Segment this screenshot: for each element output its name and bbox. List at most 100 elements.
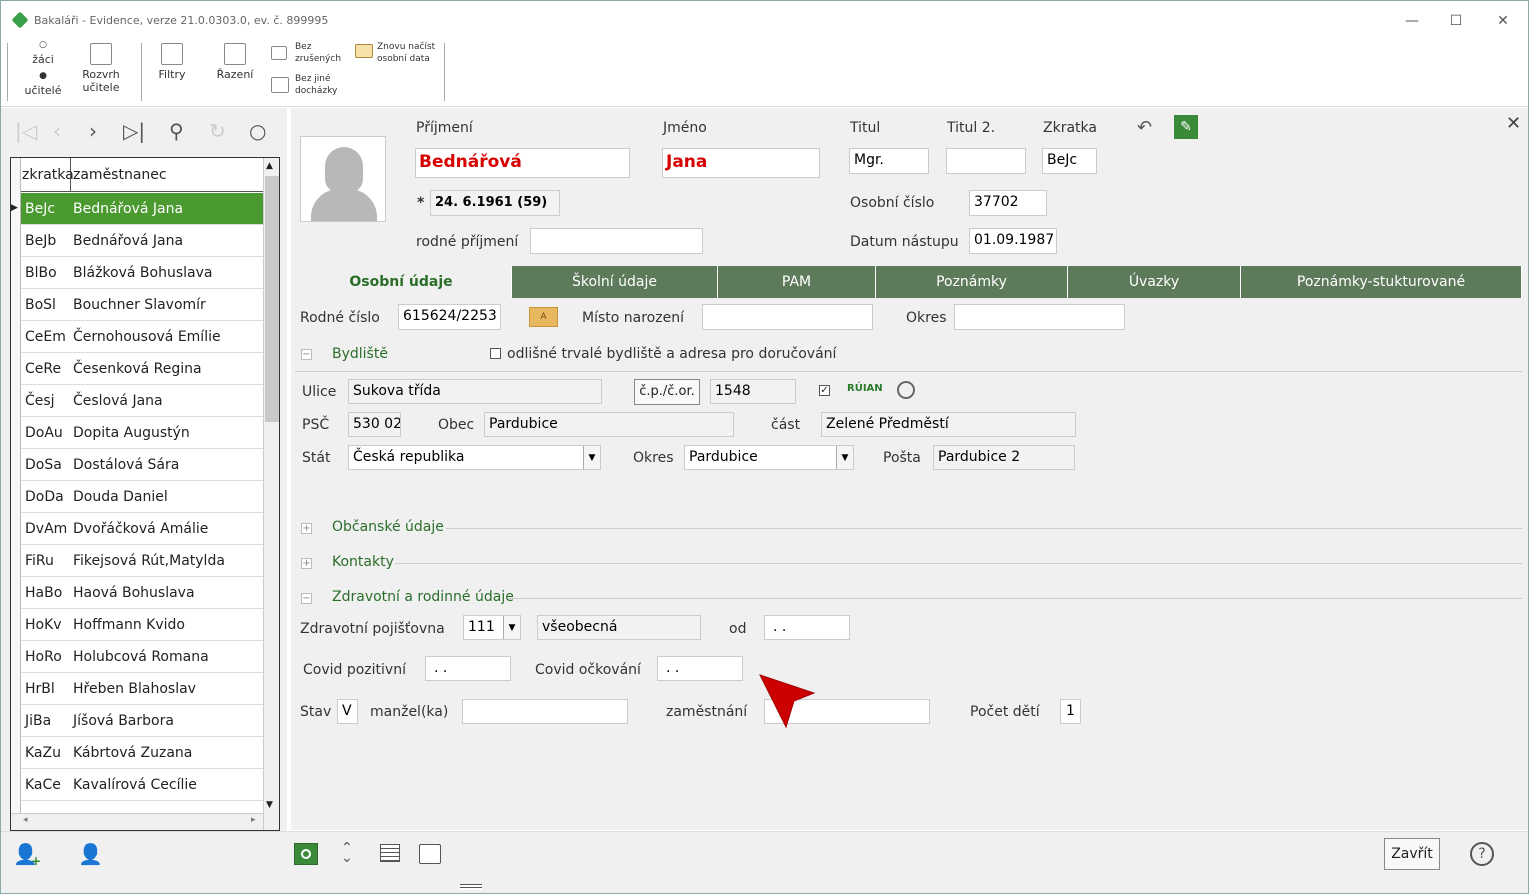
printer-icon[interactable]: [419, 844, 441, 864]
chevron-down-icon[interactable]: ▼: [503, 616, 520, 639]
scroll-left-icon[interactable]: ◂: [23, 815, 28, 825]
birth-date-field[interactable]: 24. 6.1961 (59): [430, 190, 560, 216]
next-record-icon[interactable]: ›: [89, 119, 97, 143]
kontakty-title[interactable]: Kontakty: [332, 554, 394, 570]
maximize-button[interactable]: ☐: [1442, 9, 1470, 33]
col-header-zkratka[interactable]: zkratka: [22, 167, 74, 183]
table-row[interactable]: HaBo Haová Bohuslava: [21, 577, 263, 609]
table-row[interactable]: KaCe Kavalírová Cecílie: [21, 769, 263, 801]
search-icon[interactable]: ○: [249, 119, 266, 143]
table-row[interactable]: FiRu Fikejsová Rút,Matylda: [21, 545, 263, 577]
scroll-thumb[interactable]: [265, 176, 279, 422]
expand-kontakty-icon[interactable]: +: [301, 558, 312, 569]
tab-skolni-udaje[interactable]: Školní údaje: [512, 266, 718, 298]
table-row[interactable]: DoSa Dostálová Sára: [21, 449, 263, 481]
resize-grip-icon[interactable]: [460, 884, 482, 890]
list-view-icon[interactable]: [380, 844, 400, 862]
table-row[interactable]: CeEm Černohousová Emílie: [21, 321, 263, 353]
scroll-up-icon[interactable]: ▲: [266, 161, 273, 171]
table-row[interactable]: Česj Česlová Jana: [21, 385, 263, 417]
table-row[interactable]: HoRo Holubcová Romana: [21, 641, 263, 673]
tab-uvazky[interactable]: Úvazky: [1068, 266, 1241, 298]
camera-icon[interactable]: [294, 843, 318, 865]
pocet-deti-input[interactable]: 1: [1060, 699, 1081, 724]
table-row[interactable]: KaZu Kábrtová Zuzana: [21, 737, 263, 769]
table-row[interactable]: BlBo Blážková Bohuslava: [21, 257, 263, 289]
grid-vertical-scrollbar[interactable]: ▲ ▼: [263, 158, 279, 830]
table-row[interactable]: JiBa Jíšová Barbora: [21, 705, 263, 737]
ruian-checkbox[interactable]: ✓: [819, 385, 830, 396]
expand-obcanske-icon[interactable]: +: [301, 523, 312, 534]
scroll-down-icon[interactable]: ▼: [266, 800, 273, 810]
prijmeni-input[interactable]: Bednářová: [415, 148, 630, 178]
table-row[interactable]: DoDa Douda Daniel: [21, 481, 263, 513]
rozvrh-ucitele-button[interactable]: Rozvrh učitele: [79, 43, 123, 94]
stat-select[interactable]: Česká republika ▼: [348, 445, 601, 470]
chevron-down-icon[interactable]: ▼: [583, 446, 600, 469]
scroll-right-icon[interactable]: ▸: [251, 815, 256, 825]
minimize-button[interactable]: —: [1398, 9, 1426, 33]
close-detail-icon[interactable]: ✕: [1506, 113, 1521, 134]
titul-input[interactable]: Mgr.: [849, 148, 929, 174]
rodne-cislo-input[interactable]: 615624/2253: [398, 304, 501, 330]
expand-collapse-icon[interactable]: ⌃ ⌄: [341, 841, 353, 865]
psc-input[interactable]: 530 02: [348, 412, 401, 437]
close-window-button[interactable]: ✕: [1489, 9, 1517, 33]
table-row[interactable]: CeRe Česenková Regina: [21, 353, 263, 385]
last-record-icon[interactable]: ▷|: [123, 119, 145, 143]
radio-zaci[interactable]: ○ žáci: [23, 39, 63, 66]
col-header-zamestnanec[interactable]: zaměstnanec: [70, 158, 167, 192]
razeni-button[interactable]: Řazení: [214, 43, 256, 81]
collapse-zdravotni-icon[interactable]: −: [301, 593, 312, 604]
help-icon[interactable]: ?: [1470, 842, 1494, 866]
covid-ockovani-input[interactable]: . .: [657, 656, 743, 681]
collapse-bydliste-icon[interactable]: −: [301, 349, 312, 360]
obcanske-title[interactable]: Občanské údaje: [332, 519, 444, 535]
obec-input[interactable]: Pardubice: [484, 412, 734, 437]
edit-pencil-icon[interactable]: ✎: [1174, 115, 1198, 139]
ruian-search-icon[interactable]: [897, 381, 915, 399]
zkratka-input[interactable]: BeJc: [1042, 148, 1097, 174]
misto-narozeni-input[interactable]: [702, 304, 873, 330]
table-row[interactable]: BeJc Bednářová Jana: [21, 193, 263, 225]
table-row[interactable]: BoSl Bouchner Slavomír: [21, 289, 263, 321]
photo-placeholder[interactable]: [300, 136, 386, 222]
rodne-prijmeni-input[interactable]: [530, 228, 703, 254]
datum-nastupu-input[interactable]: 01.09.1987: [969, 228, 1057, 254]
ulice-input[interactable]: Sukova třída: [348, 379, 602, 404]
table-row[interactable]: HrBl Hřeben Blahoslav: [21, 673, 263, 705]
tab-poznamky[interactable]: Poznámky: [876, 266, 1068, 298]
table-row[interactable]: HoKv Hoffmann Kvido: [21, 609, 263, 641]
undo-arrow-icon[interactable]: ↶: [1137, 117, 1152, 138]
cast-input[interactable]: Zelené Předměstí: [821, 412, 1076, 437]
table-row[interactable]: DvAm Dvořáčková Amálie: [21, 513, 263, 545]
okres-input[interactable]: [954, 304, 1125, 330]
table-row[interactable]: DoAu Dopita Augustýn: [21, 417, 263, 449]
pojistovna-select[interactable]: 111 ▼: [463, 615, 521, 640]
tab-pam[interactable]: PAM: [718, 266, 876, 298]
table-row[interactable]: BeJb Bednářová Jana: [21, 225, 263, 257]
grid-horizontal-scrollbar[interactable]: ◂ ▸: [11, 813, 263, 830]
radio-ucitele[interactable]: ● učitelé: [21, 70, 65, 97]
posta-input[interactable]: Pardubice 2: [933, 445, 1075, 470]
stav-input[interactable]: V: [337, 699, 358, 724]
covid-pozitivni-input[interactable]: . .: [425, 656, 511, 681]
cp-input[interactable]: 1548: [710, 379, 796, 404]
filtry-button[interactable]: Filtry: [154, 43, 190, 81]
jmeno-input[interactable]: Jana: [662, 148, 820, 178]
refresh-icon[interactable]: ↻: [209, 119, 226, 143]
okres2-select[interactable]: Pardubice ▼: [684, 445, 854, 470]
remove-user-icon[interactable]: 👤: [78, 842, 103, 866]
odlisne-bydliste-checkbox[interactable]: [490, 348, 501, 359]
titul2-input[interactable]: [946, 148, 1026, 174]
manzel-input[interactable]: [462, 699, 628, 724]
tab-poznamky-strukturovane[interactable]: Poznámky-stukturované: [1241, 266, 1522, 298]
first-record-icon[interactable]: |◁: [15, 119, 37, 143]
filter-funnel-icon[interactable]: ⚲: [169, 119, 184, 143]
chevron-down-icon[interactable]: ▼: [836, 446, 853, 469]
zavrit-button[interactable]: Zavřít: [1384, 838, 1440, 870]
osobni-cislo-input[interactable]: 37702: [969, 190, 1047, 216]
cp-cor-button[interactable]: č.p./č.or.: [634, 379, 700, 405]
id-card-icon[interactable]: A: [529, 307, 558, 327]
tab-osobni-udaje[interactable]: Osobní údaje: [291, 266, 512, 298]
